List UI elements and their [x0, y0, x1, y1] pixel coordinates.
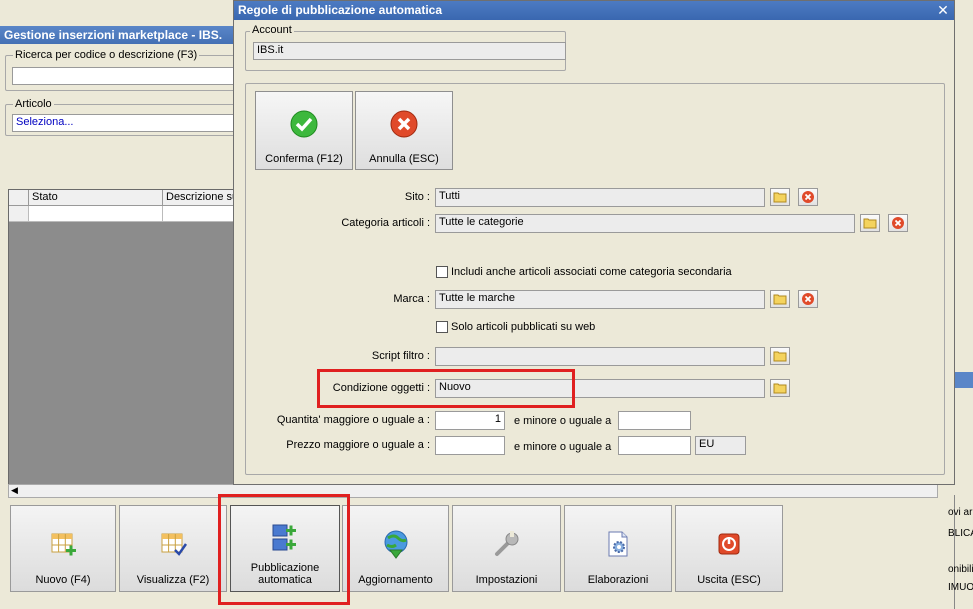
globe-download-icon — [384, 530, 407, 559]
prezzo-max-label: e minore o uguale a — [514, 441, 612, 453]
sito-clear-button[interactable] — [798, 188, 818, 206]
grid-check-icon — [161, 533, 188, 556]
categoria-clear-button[interactable] — [888, 214, 908, 232]
uscita-button[interactable]: Uscita (ESC) — [675, 505, 783, 592]
search-label: Ricerca per codice o descrizione (F3) — [13, 49, 200, 61]
elaborazioni-button[interactable]: Elaborazioni — [564, 505, 672, 592]
search-input[interactable] — [12, 67, 235, 85]
currency-field: EU — [695, 436, 746, 455]
grid-cell[interactable] — [29, 206, 163, 222]
folder-icon — [773, 294, 787, 305]
document-gear-icon — [608, 531, 628, 557]
background-window-title: Gestione inserzioni marketplace - IBS. — [0, 26, 235, 44]
categoria-field[interactable]: Tutte le categorie — [435, 214, 855, 233]
grid-row-header — [9, 206, 29, 222]
grid-header-stato[interactable]: Stato — [29, 190, 163, 206]
highlight-pubblicazione — [218, 494, 350, 605]
grid-corner — [9, 190, 29, 206]
confirm-button[interactable]: Conferma (F12) — [255, 91, 353, 170]
nuovo-button[interactable]: Nuovo (F4) — [10, 505, 116, 592]
rules-dialog: Regole di pubblicazione automatica ✕ Acc… — [233, 0, 955, 485]
marca-clear-button[interactable] — [798, 290, 818, 308]
right-text-3: onibili — [948, 564, 973, 575]
prezzo-min-input[interactable] — [435, 436, 505, 455]
aggiornamento-label: Aggiornamento — [358, 574, 433, 586]
cancel-x-icon — [390, 110, 418, 138]
elaborazioni-label: Elaborazioni — [587, 574, 649, 586]
prezzo-label: Prezzo maggiore o uguale a : — [286, 439, 430, 451]
web-only-label: Solo articoli pubblicati su web — [451, 321, 596, 333]
sito-field[interactable]: Tutti — [435, 188, 765, 207]
folder-icon — [773, 192, 787, 203]
clear-icon — [802, 191, 814, 203]
script-field[interactable] — [435, 347, 765, 366]
folder-icon — [773, 351, 787, 362]
impostazioni-label: Impostazioni — [475, 574, 538, 586]
categoria-label: Categoria articoli : — [341, 217, 430, 229]
nuovo-label: Nuovo (F4) — [35, 574, 91, 586]
visualizza-label: Visualizza (F2) — [136, 574, 210, 586]
horizontal-scrollbar[interactable]: ◀ — [8, 484, 938, 498]
script-label: Script filtro : — [371, 350, 430, 362]
secondary-category-checkbox[interactable] — [436, 266, 448, 278]
grid-cell[interactable] — [163, 206, 235, 222]
wrench-icon — [494, 531, 518, 556]
check-icon — [290, 110, 318, 138]
web-only-checkbox[interactable] — [436, 321, 448, 333]
marca-field[interactable]: Tutte le marche — [435, 290, 765, 309]
sito-label: Sito : — [404, 191, 430, 203]
categoria-browse-button[interactable] — [860, 214, 880, 232]
folder-icon — [773, 383, 787, 394]
clear-icon — [892, 217, 904, 229]
impostazioni-button[interactable]: Impostazioni — [452, 505, 561, 592]
quantita-max-input[interactable] — [618, 411, 691, 430]
highlight-condizione — [317, 369, 575, 408]
clear-icon — [802, 293, 814, 305]
right-text-4: IMUO — [948, 582, 973, 593]
dialog-title: Regole di pubblicazione automatica — [234, 1, 954, 20]
confirm-label: Conferma (F12) — [265, 153, 343, 165]
right-text-1: ovi ar — [948, 507, 973, 518]
folder-icon — [863, 218, 877, 229]
power-icon — [718, 533, 740, 555]
cancel-label: Annulla (ESC) — [369, 153, 439, 165]
marca-browse-button[interactable] — [770, 290, 790, 308]
article-label: Articolo — [13, 98, 54, 110]
quantita-max-label: e minore o uguale a — [514, 415, 612, 427]
visualizza-button[interactable]: Visualizza (F2) — [119, 505, 227, 592]
article-select[interactable]: Seleziona... — [12, 114, 235, 132]
cancel-button[interactable]: Annulla (ESC) — [355, 91, 453, 170]
marca-label: Marca : — [393, 293, 430, 305]
sito-browse-button[interactable] — [770, 188, 790, 206]
articles-grid[interactable]: Stato Descrizione sul — [8, 189, 235, 487]
secondary-category-label: Includi anche articoli associati come ca… — [451, 266, 732, 278]
account-label: Account — [250, 24, 294, 36]
grid-header-descrizione[interactable]: Descrizione sul — [163, 190, 235, 206]
right-text-2: BLICA — [948, 528, 973, 539]
close-icon[interactable]: ✕ — [935, 2, 951, 18]
quantita-min-input[interactable]: 1 — [435, 411, 505, 430]
account-field[interactable]: IBS.it — [253, 42, 566, 60]
aggiornamento-button[interactable]: Aggiornamento — [342, 505, 449, 592]
script-browse-button[interactable] — [770, 347, 790, 365]
grid-add-icon — [51, 533, 76, 556]
prezzo-max-input[interactable] — [618, 436, 691, 455]
quantita-label: Quantita' maggiore o uguale a : — [276, 414, 430, 426]
uscita-label: Uscita (ESC) — [697, 574, 761, 586]
condizione-browse-button[interactable] — [770, 379, 790, 397]
scroll-left-arrow-icon[interactable]: ◀ — [11, 485, 18, 496]
